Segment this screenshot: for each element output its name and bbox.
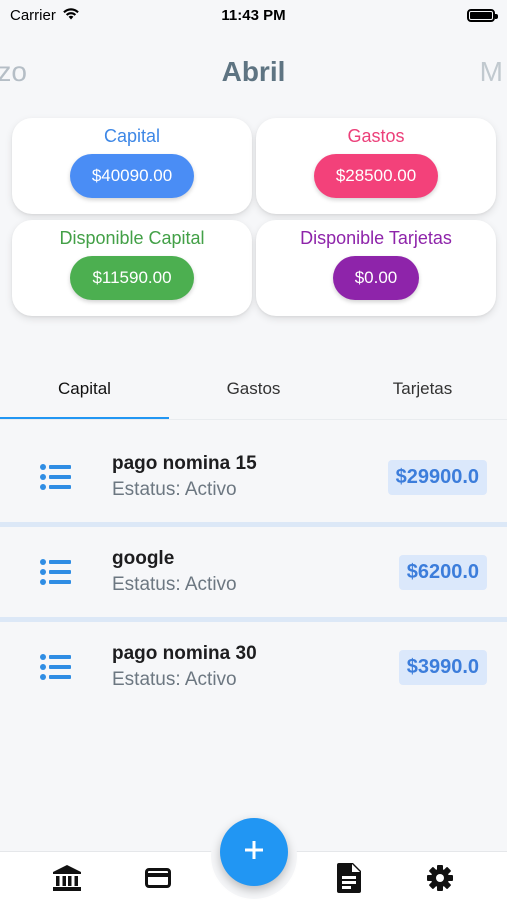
- gastos-card: Gastos $28500.00: [256, 118, 496, 214]
- item-name: google: [112, 548, 175, 569]
- gastos-card-title: Gastos: [347, 126, 405, 146]
- month-current: Abril: [221, 56, 286, 87]
- item-status: Estatus: Activo: [112, 669, 237, 690]
- item-status: Estatus: Activo: [112, 479, 237, 500]
- capital-value-pill[interactable]: $40090.00: [69, 154, 195, 198]
- item-status: Estatus: Activo: [112, 574, 237, 595]
- settings-icon[interactable]: [426, 864, 454, 892]
- capital-card: Capital $40090.00: [12, 118, 252, 214]
- disponible-tarjetas-title: Disponible Tarjetas: [300, 228, 452, 248]
- item-name: pago nomina 30: [112, 643, 257, 664]
- capital-card-title: Capital: [103, 126, 161, 146]
- disponible-capital-title: Disponible Capital: [59, 228, 205, 248]
- summary-cards: Capital $40090.00 Gastos $28500.00 Dispo…: [12, 118, 496, 316]
- tab-bar: Capital Gastos Tarjetas: [0, 368, 507, 420]
- capital-list: pago nomina 15 Estatus: Activo $29900.0 …: [0, 432, 507, 712]
- plus-icon: [243, 839, 265, 866]
- disponible-tarjetas-pill[interactable]: $0.00: [332, 256, 420, 300]
- month-next[interactable]: M: [480, 52, 503, 92]
- list-icon: [0, 464, 112, 490]
- list-item[interactable]: pago nomina 15 Estatus: Activo $29900.0: [0, 432, 507, 522]
- list-item[interactable]: google Estatus: Activo $6200.0: [0, 527, 507, 617]
- carrier-info: Carrier: [10, 7, 80, 24]
- wifi-icon: [62, 7, 80, 24]
- gastos-value-pill[interactable]: $28500.00: [313, 154, 439, 198]
- bank-icon[interactable]: [53, 864, 81, 892]
- item-amount: $29900.0: [387, 459, 487, 495]
- list-item[interactable]: pago nomina 30 Estatus: Activo $3990.0: [0, 622, 507, 712]
- item-amount: $3990.0: [398, 649, 487, 685]
- credit-card-icon[interactable]: [144, 864, 172, 892]
- item-name: pago nomina 15: [112, 453, 257, 474]
- list-icon: [0, 654, 112, 680]
- disponible-capital-pill[interactable]: $11590.00: [70, 256, 194, 300]
- battery-icon: [467, 8, 498, 22]
- tab-tarjetas[interactable]: Tarjetas: [338, 368, 507, 420]
- add-button[interactable]: [220, 818, 288, 886]
- list-icon: [0, 559, 112, 585]
- carrier-label: Carrier: [10, 6, 56, 24]
- document-icon[interactable]: [335, 863, 363, 893]
- item-amount: $6200.0: [398, 554, 487, 590]
- disponible-tarjetas-card: Disponible Tarjetas $0.00: [256, 220, 496, 316]
- tab-gastos[interactable]: Gastos: [169, 368, 338, 420]
- tab-divider: [0, 419, 507, 420]
- tab-capital[interactable]: Capital: [0, 368, 169, 420]
- month-carousel[interactable]: rzo Abril M: [0, 52, 507, 92]
- status-bar: Carrier 11:43 PM: [0, 0, 507, 30]
- disponible-capital-card: Disponible Capital $11590.00: [12, 220, 252, 316]
